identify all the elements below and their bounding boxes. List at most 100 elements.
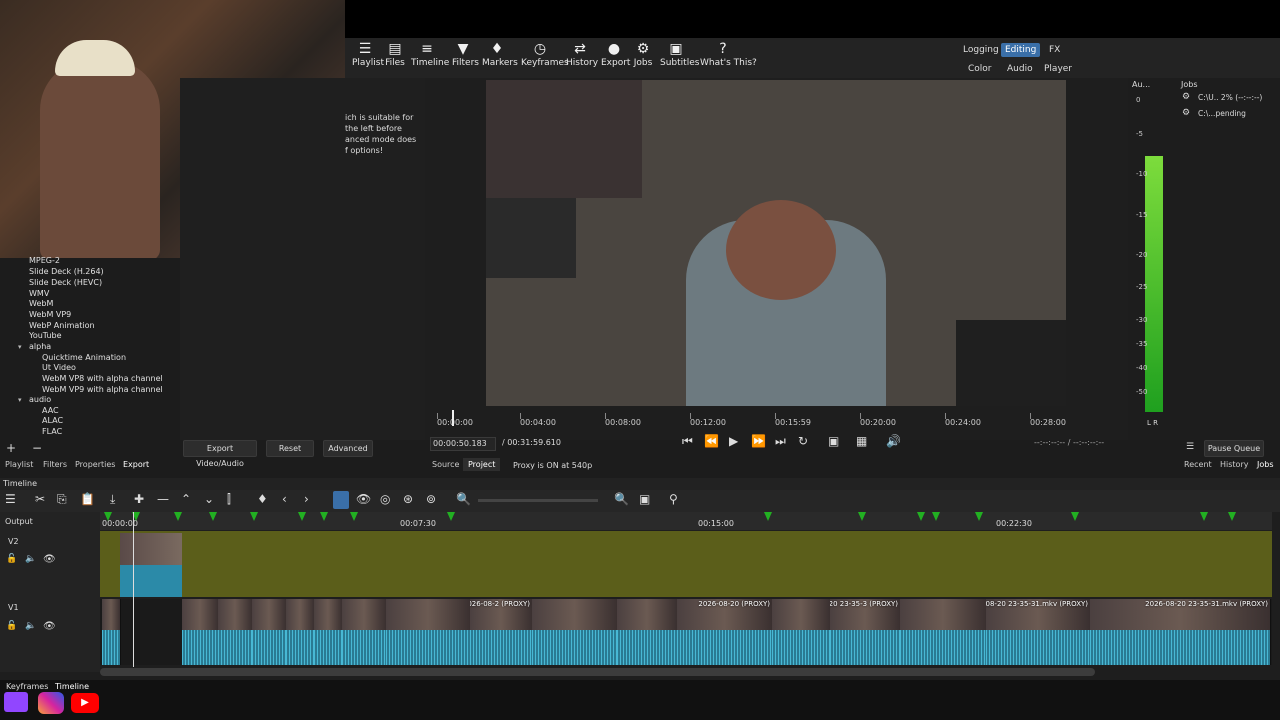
tab-keyframes[interactable]: Keyframes	[6, 682, 48, 691]
expand-icon[interactable]: ▾	[18, 343, 22, 351]
preset-item[interactable]: Quicktime Animation	[42, 353, 126, 362]
remove-icon[interactable]: —	[157, 492, 169, 506]
job-item[interactable]: C:\...pending	[1198, 109, 1246, 118]
v1-clip[interactable]	[386, 599, 471, 665]
timeline-marker[interactable]	[917, 512, 925, 521]
tab-project[interactable]: Project	[463, 458, 501, 471]
advanced-button[interactable]: Advanced	[323, 440, 373, 457]
preset-item[interactable]: Slide Deck (H.264)	[29, 267, 104, 276]
marker-icon[interactable]: ♦	[257, 492, 268, 506]
v1-clip[interactable]	[252, 599, 287, 665]
zoom-in-icon[interactable]: 🔍	[614, 492, 629, 506]
eye-icon[interactable]: 👁	[43, 554, 56, 565]
v1-clip[interactable]	[900, 599, 987, 665]
prev-marker-icon[interactable]: ‹	[282, 492, 287, 506]
job-item[interactable]: C:\U.. 2% (--:--:--)	[1198, 93, 1262, 102]
tab-filters[interactable]: Filters	[43, 460, 67, 469]
split-icon[interactable]: ⫿	[227, 492, 231, 507]
toolbar-keyframes-button[interactable]: ◷ Keyframes	[521, 40, 569, 76]
skip-start-icon[interactable]: ⏮	[682, 434, 693, 449]
tab-properties[interactable]: Properties	[75, 460, 115, 469]
mute-icon[interactable]: 🔈	[25, 554, 36, 564]
track-v2[interactable]	[100, 531, 1272, 597]
timeline-marker[interactable]	[858, 512, 866, 521]
v1-clip[interactable]: 2026-08-2 (PROXY)	[470, 599, 533, 665]
lock-icon[interactable]: 🔓	[6, 621, 17, 631]
playhead[interactable]	[452, 410, 454, 426]
preset-item[interactable]: WMV	[29, 289, 49, 298]
preset-item[interactable]: MPEG-2	[29, 256, 60, 265]
skip-end-icon[interactable]: ⏭	[775, 434, 786, 449]
timeline-marker[interactable]	[104, 512, 112, 521]
timeline-marker[interactable]	[174, 512, 182, 521]
copy-icon[interactable]: ⎘	[57, 492, 67, 507]
eye-icon[interactable]: 👁	[43, 621, 56, 632]
preset-item[interactable]: ALAC	[42, 416, 63, 425]
volume-icon[interactable]: 🔊	[886, 434, 901, 448]
tab-jobs[interactable]: Jobs	[1257, 460, 1274, 469]
timeline-scrollbar[interactable]	[100, 668, 1095, 676]
v2-clip[interactable]	[120, 533, 182, 597]
preset-item[interactable]: WebM	[29, 299, 53, 308]
timeline-marker[interactable]	[350, 512, 358, 521]
timecode-field[interactable]: 00:00:50.183	[430, 437, 496, 451]
v1-clip[interactable]: 2026-08-20 23-35-31.mkv (PROXY)	[1090, 599, 1271, 665]
expand-icon[interactable]: ▾	[18, 396, 22, 404]
layout-logging[interactable]: Logging	[959, 43, 1003, 57]
toolbar-playlist-button[interactable]: ☰ Playlist	[352, 40, 384, 76]
toolbar-markers-button[interactable]: ♦ Markers	[482, 40, 518, 76]
preset-item[interactable]: Ut Video	[42, 363, 76, 372]
preset-item[interactable]: WebM VP8 with alpha channel	[42, 374, 163, 383]
timeline-marker[interactable]	[209, 512, 217, 521]
ripple-all-icon[interactable]: ⊛	[403, 492, 413, 506]
append-icon[interactable]: ⤓	[110, 492, 115, 507]
add-preset-button[interactable]: +	[6, 441, 16, 455]
tab-recent[interactable]: Recent	[1184, 460, 1212, 469]
timeline-marker[interactable]	[1228, 512, 1236, 521]
toolbar-what-s-this-button[interactable]: ? What's This?	[700, 40, 757, 76]
timeline-marker[interactable]	[932, 512, 940, 521]
timeline-marker[interactable]	[975, 512, 983, 521]
v1-clip[interactable]: 2026-08-20 (PROXY)	[677, 599, 773, 665]
toolbar-files-button[interactable]: ▤ Files	[385, 40, 405, 76]
lock-icon[interactable]: 🔓	[6, 554, 17, 564]
ripple-icon[interactable]: ◎	[380, 492, 390, 506]
menu-icon[interactable]: ☰	[1186, 442, 1194, 452]
timeline-marker[interactable]	[1200, 512, 1208, 521]
rewind-icon[interactable]: ⏪	[704, 434, 719, 448]
v1-clip[interactable]	[532, 599, 618, 665]
tab-export[interactable]: Export	[123, 460, 149, 469]
preset-item[interactable]: YouTube	[29, 331, 62, 340]
timeline-marker[interactable]	[298, 512, 306, 521]
v1-clip[interactable]	[342, 599, 387, 665]
layout-fx[interactable]: FX	[1045, 43, 1064, 57]
preset-item[interactable]: WebM VP9 with alpha channel	[42, 385, 163, 394]
preset-item[interactable]: FLAC	[42, 427, 62, 436]
v1-clip[interactable]	[182, 599, 219, 665]
toolbar-jobs-button[interactable]: ⚙ Jobs	[633, 40, 653, 76]
zoom-out-icon[interactable]: 🔍	[456, 492, 471, 506]
preset-group-alpha[interactable]: alpha	[29, 342, 51, 351]
layout-player[interactable]: Player	[1040, 62, 1076, 76]
toolbar-timeline-button[interactable]: ≡ Timeline	[411, 40, 449, 76]
timeline-playhead[interactable]	[133, 512, 134, 667]
timeline-ruler[interactable]	[100, 512, 1272, 530]
zoom-fit-icon[interactable]: ▣	[639, 492, 650, 506]
overwrite-icon[interactable]: ⌄	[204, 492, 214, 506]
v1-clip[interactable]	[286, 599, 315, 665]
record-audio-icon[interactable]: ⚲	[669, 492, 678, 506]
toolbar-filters-button[interactable]: ▼ Filters	[452, 40, 479, 76]
video-preview[interactable]	[486, 80, 1066, 406]
v1-clip[interactable]: 2026-08-20 23-35-3 (PROXY)	[830, 599, 901, 665]
next-marker-icon[interactable]: ›	[304, 492, 309, 506]
pause-queue-button[interactable]: Pause Queue	[1204, 440, 1264, 457]
layout-audio[interactable]: Audio	[1003, 62, 1037, 76]
play-icon[interactable]: ▶	[729, 434, 738, 448]
zoom-icon[interactable]: ▣	[828, 434, 839, 448]
loop-icon[interactable]: ↻	[798, 434, 808, 448]
mute-icon[interactable]: 🔈	[25, 621, 36, 631]
v1-clip[interactable]	[218, 599, 253, 665]
preset-item[interactable]: AAC	[42, 406, 59, 415]
lift-icon[interactable]: ⌃	[181, 492, 191, 506]
reset-button[interactable]: Reset	[266, 440, 314, 457]
